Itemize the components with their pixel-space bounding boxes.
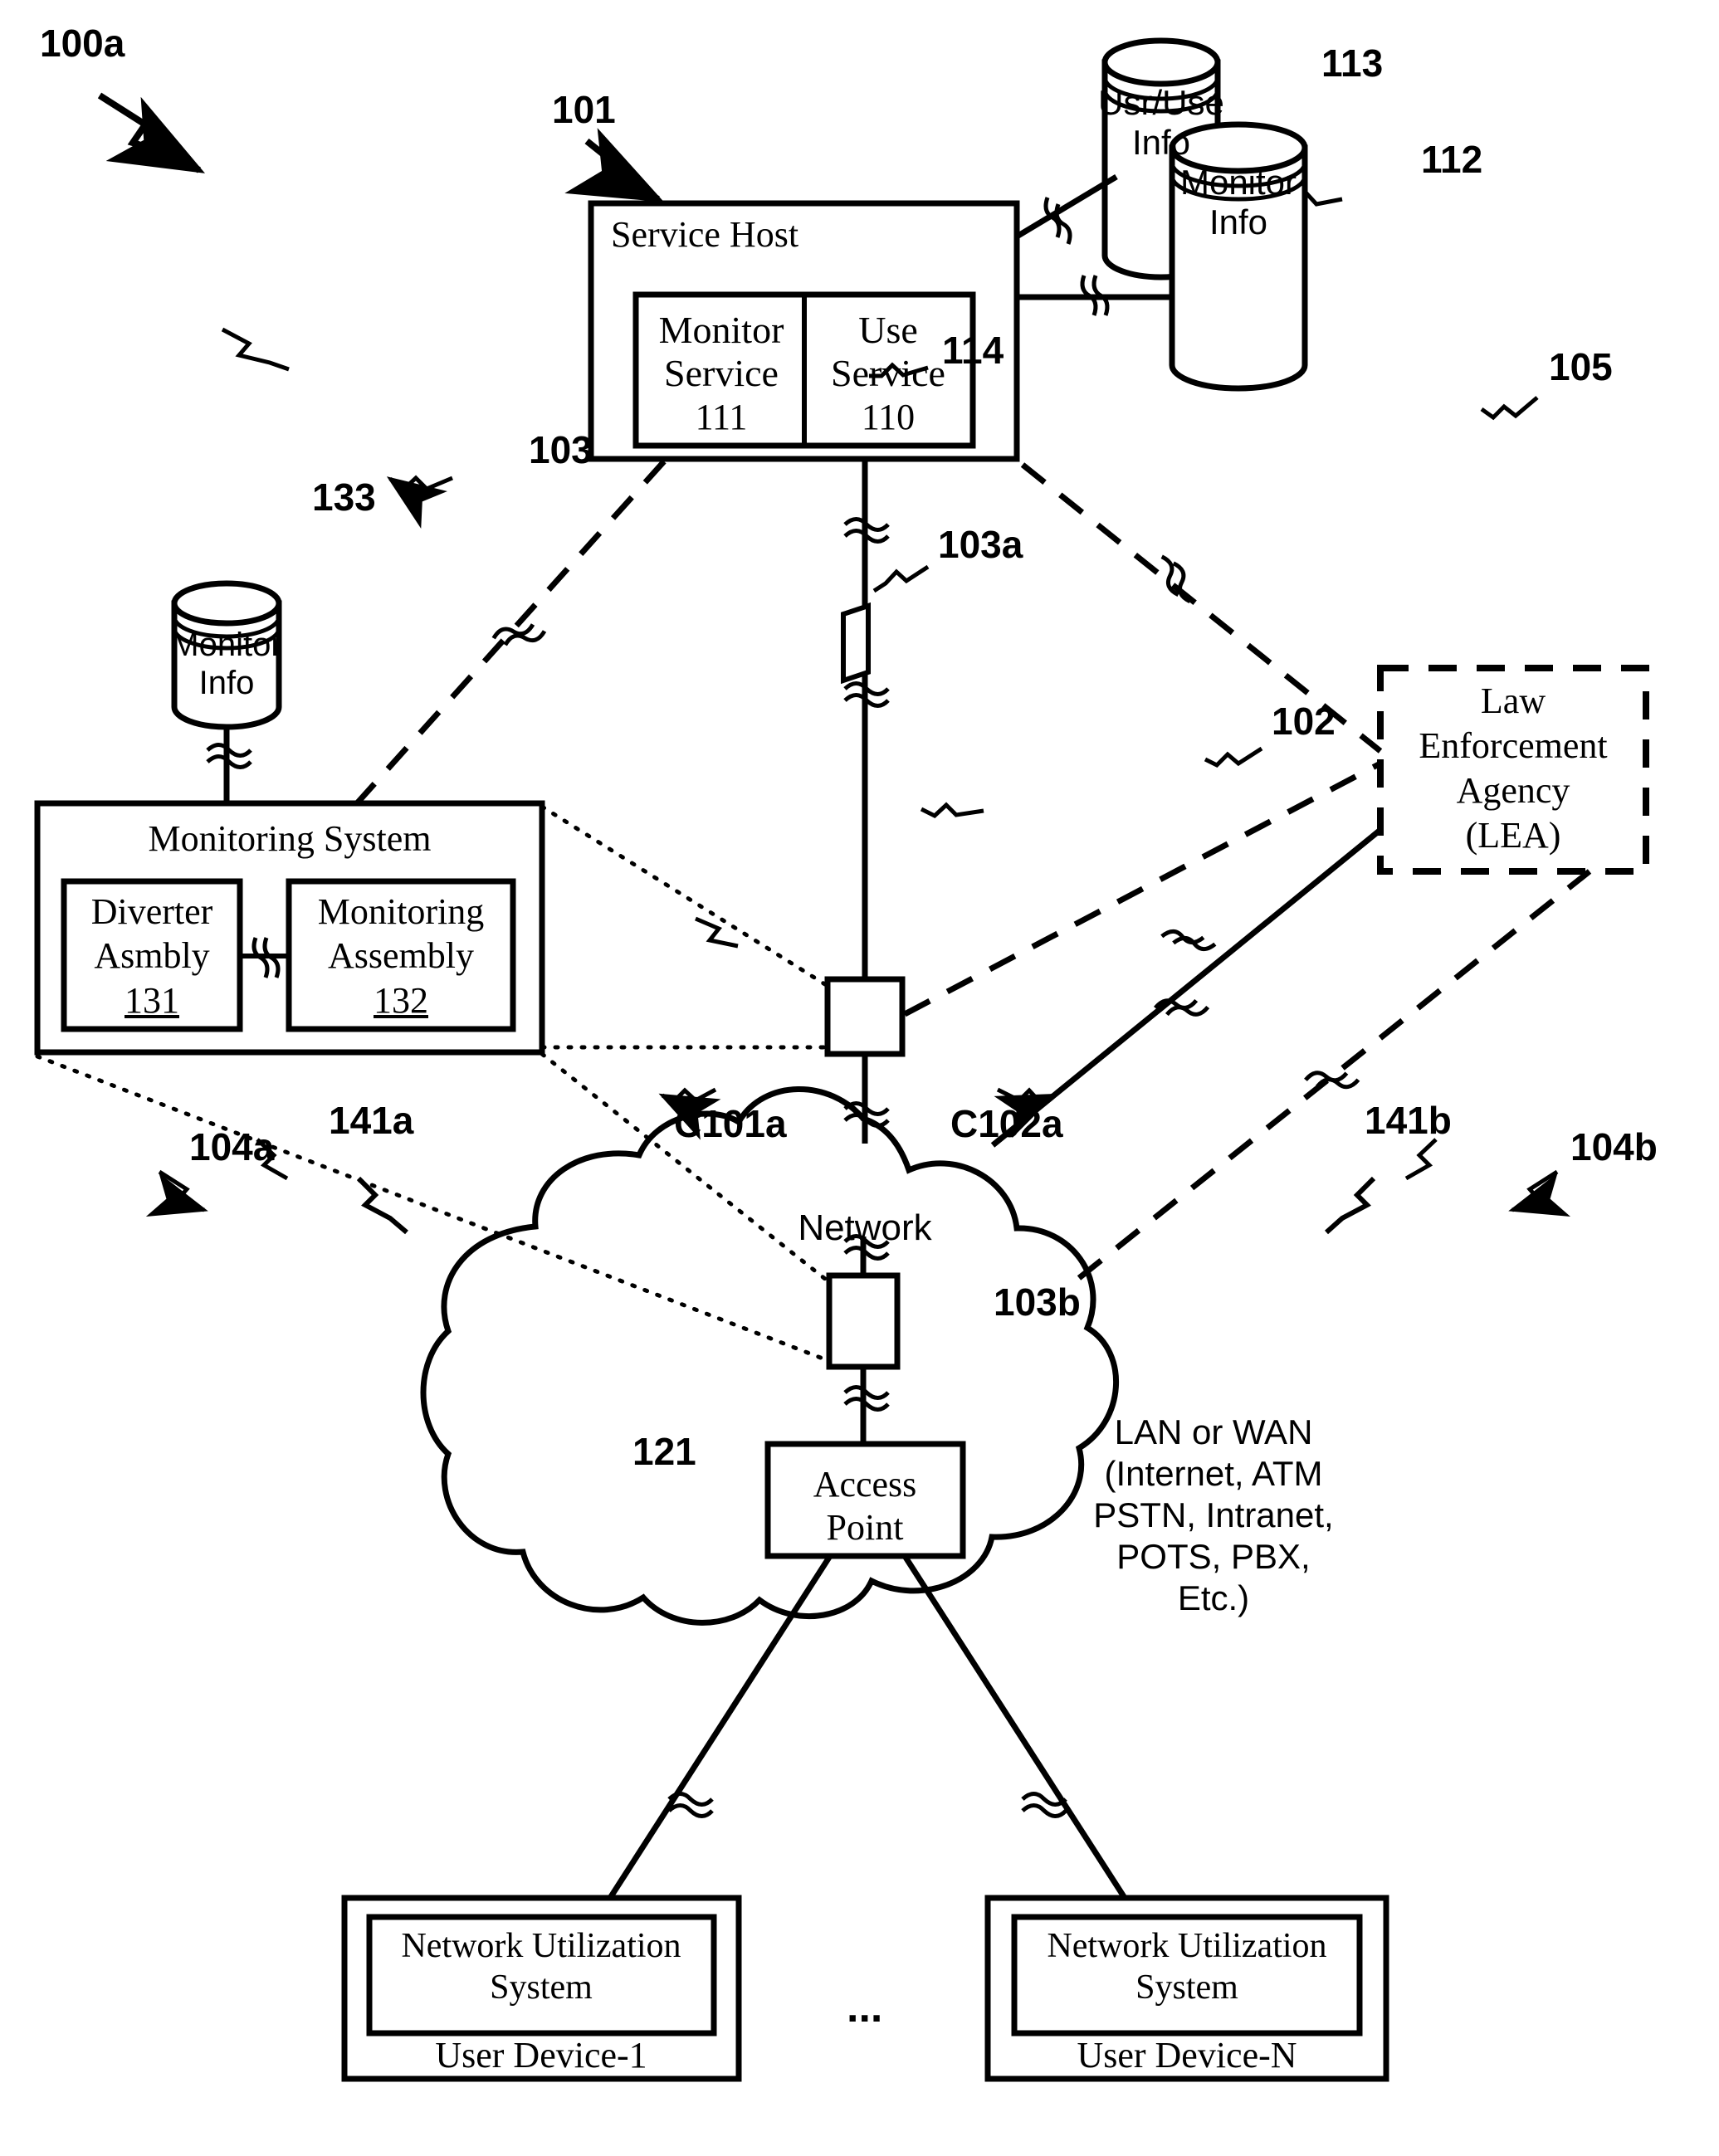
device-inner-leader-lines <box>356 1176 1376 1235</box>
devices-ellipsis: ... <box>847 1983 883 2032</box>
patent-figure-100a: 100a 101 Service Host Monitor Service 11… <box>0 0 1719 2156</box>
